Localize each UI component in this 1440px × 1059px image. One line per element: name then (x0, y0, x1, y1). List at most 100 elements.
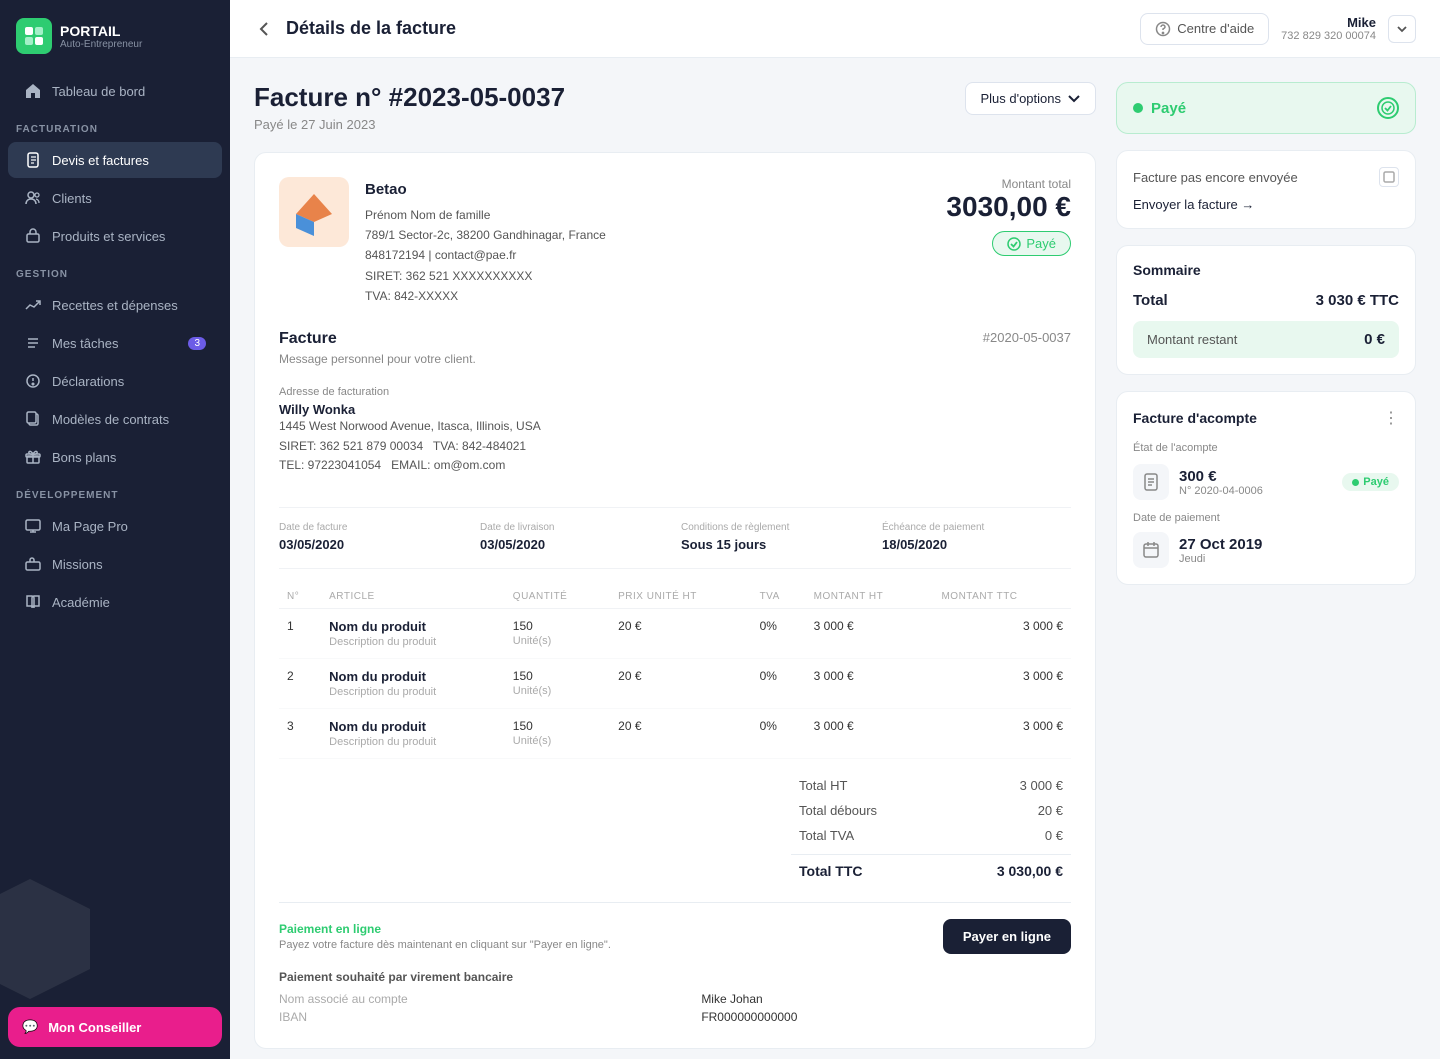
payment-online-info: Paiement en ligne Payez votre facture dè… (279, 922, 611, 951)
more-options-button[interactable]: Plus d'options (965, 82, 1096, 115)
cell-article: Nom du produit Description du produit (321, 709, 505, 759)
cell-ht: 3 000 € (806, 609, 934, 659)
section-facturation: Facturation (0, 110, 230, 141)
date-paiement-label: Date de paiement (1133, 512, 1399, 524)
col-article: ARTICLE (321, 585, 505, 609)
pay-online-button[interactable]: Payer en ligne (943, 919, 1071, 954)
home-icon (24, 82, 42, 100)
sidebar-label-taches: Mes tâches (52, 336, 118, 351)
header-right: Centre d'aide Mike 732 829 320 00074 (1140, 13, 1416, 45)
sidebar-item-ma-page-pro[interactable]: Ma Page Pro (8, 508, 222, 544)
conseiller-button[interactable]: 💬 Mon Conseiller (8, 1007, 222, 1047)
acompte-info: 300 € N° 2020-04-0006 (1179, 468, 1263, 497)
sidebar-label-bons-plans: Bons plans (52, 450, 116, 465)
sidebar-item-missions[interactable]: Missions (8, 546, 222, 582)
sidebar-item-produits[interactable]: Produits et services (8, 218, 222, 254)
account-label: Nom associé au compte (279, 992, 681, 1006)
acompte-menu-button[interactable]: ⋮ (1383, 408, 1399, 428)
briefcase-icon (24, 555, 42, 573)
help-button[interactable]: Centre d'aide (1140, 13, 1269, 45)
taches-badge: 3 (188, 337, 206, 350)
user-dropdown-button[interactable] (1388, 15, 1416, 43)
cell-ht: 3 000 € (806, 709, 934, 759)
company-details: Betao Prénom Nom de famille 789/1 Sector… (365, 177, 606, 306)
header: Détails de la facture Centre d'aide Mike… (230, 0, 1440, 58)
company-name: Betao (365, 177, 606, 203)
acompte-header: Facture d'acompte ⋮ (1133, 408, 1399, 428)
cell-qty: 150Unité(s) (505, 659, 610, 709)
conseiller-label: Mon Conseiller (48, 1020, 141, 1035)
sidebar-item-devis[interactable]: Devis et factures (8, 142, 222, 178)
acompte-card: Facture d'acompte ⋮ État de l'acompte 30… (1116, 391, 1416, 585)
summary-total-label: Total (1133, 292, 1168, 309)
date-info: 27 Oct 2019 Jeudi (1179, 536, 1262, 565)
section-gestion: Gestion (0, 255, 230, 286)
cell-tva: 0% (752, 659, 806, 709)
payment-section: Paiement en ligne Payez votre facture dè… (279, 902, 1071, 1024)
conditions-value: Sous 15 jours (681, 537, 766, 552)
users-icon (24, 189, 42, 207)
sidebar-decoration (0, 879, 90, 999)
status-dot (1133, 103, 1143, 113)
col-price: PRIX UNITÉ HT (610, 585, 751, 609)
invoice-title-block: Facture n° #2023-05-0037 Payé le 27 Juin… (254, 82, 565, 132)
echeance-label: Échéance de paiement (882, 522, 1071, 533)
cell-ttc: 3 000 € (933, 609, 1071, 659)
total-ht-label: Total HT (799, 778, 847, 793)
sidebar-item-clients[interactable]: Clients (8, 180, 222, 216)
sidebar-item-recettes[interactable]: Recettes et dépenses (8, 287, 222, 323)
bank-details: Nom associé au compte Mike Johan IBAN FR… (279, 992, 1071, 1024)
total-ht-row: Total HT 3 000 € (791, 775, 1071, 796)
dates-row: Date de facture 03/05/2020 Date de livra… (279, 507, 1071, 569)
section-developpement: Développement (0, 476, 230, 507)
sidebar-label-declarations: Déclarations (52, 374, 124, 389)
totals-section: Total HT 3 000 € Total débours 20 € Tota… (279, 775, 1071, 882)
acompte-paid-dot (1352, 479, 1359, 486)
sidebar-item-modeles[interactable]: Modèles de contrats (8, 401, 222, 437)
status-check-icon (1377, 97, 1399, 119)
invoice-card: Betao Prénom Nom de famille 789/1 Sector… (254, 152, 1096, 1049)
cell-article: Nom du produit Description du produit (321, 659, 505, 709)
not-sent-card: Facture pas encore envoyée Envoyer la fa… (1116, 150, 1416, 229)
echeance: Échéance de paiement 18/05/2020 (882, 522, 1071, 554)
back-button[interactable] (254, 19, 274, 39)
total-ttc-label: Total TTC (799, 863, 863, 879)
list-icon (24, 334, 42, 352)
iban-value: FR000000000000 (701, 1010, 1071, 1024)
payment-online-label: Paiement en ligne (279, 922, 611, 936)
cell-tva: 0% (752, 609, 806, 659)
account-value: Mike Johan (701, 992, 1071, 1006)
company-phone-email: 848172194 | contact@pae.fr (365, 245, 606, 265)
sidebar-label-ma-page-pro: Ma Page Pro (52, 519, 128, 534)
sidebar-item-tableau[interactable]: Tableau de bord (8, 73, 222, 109)
status-label: Payé (1151, 100, 1186, 117)
sidebar-label-modeles: Modèles de contrats (52, 412, 169, 427)
invoice-title: Facture n° #2023-05-0037 (254, 82, 565, 113)
total-debours-row: Total débours 20 € (791, 800, 1071, 821)
total-tva-label: Total TVA (799, 828, 854, 843)
gift-icon (24, 448, 42, 466)
date-facture: Date de facture 03/05/2020 (279, 522, 468, 554)
user-info[interactable]: Mike 732 829 320 00074 (1281, 15, 1376, 42)
sidebar-item-bons-plans[interactable]: Bons plans (8, 439, 222, 475)
company-right: Montant total 3030,00 € Payé (946, 177, 1071, 256)
sidebar-item-declarations[interactable]: Déclarations (8, 363, 222, 399)
sidebar-item-academie[interactable]: Académie (8, 584, 222, 620)
company-logo (279, 177, 349, 247)
cell-article: Nom du produit Description du produit (321, 609, 505, 659)
date-livraison-label: Date de livraison (480, 522, 669, 533)
sidebar-label-tableau: Tableau de bord (52, 84, 145, 99)
summary-total-value: 3 030 € TTC (1316, 292, 1399, 309)
date-livraison-value: 03/05/2020 (480, 537, 545, 552)
payment-online: Paiement en ligne Payez votre facture dè… (279, 919, 1071, 954)
cell-tva: 0% (752, 709, 806, 759)
summary-card: Sommaire Total 3 030 € TTC Montant resta… (1116, 245, 1416, 375)
send-label: Envoyer la facture → (1133, 197, 1254, 212)
trending-icon (24, 296, 42, 314)
sidebar-item-taches[interactable]: Mes tâches 3 (8, 325, 222, 361)
send-invoice-link[interactable]: Envoyer la facture → (1133, 197, 1399, 212)
help-label: Centre d'aide (1177, 21, 1254, 36)
total-ttc-row: Total TTC 3 030,00 € (791, 854, 1071, 882)
right-panel: Payé Facture pas encore envoyée Envoyer … (1116, 82, 1416, 1035)
invoice-meta-left: Facture Message personnel pour votre cli… (279, 330, 476, 366)
